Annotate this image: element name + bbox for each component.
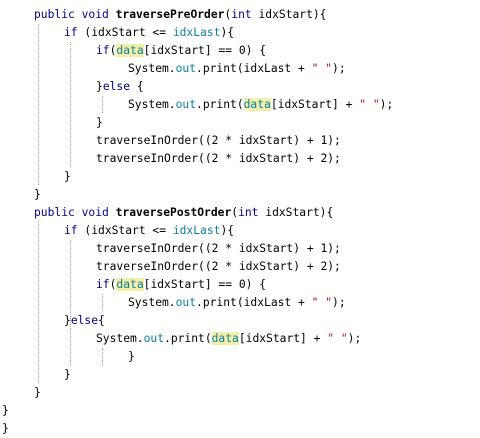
code-token: data	[116, 44, 144, 57]
code-token: }	[2, 404, 9, 417]
code-line[interactable]: traverseInOrder((2 * idxStart) + 2);	[96, 258, 341, 276]
code-line[interactable]: }	[2, 402, 9, 420]
code-token: traverseInOrder((2 * idxStart) + 1);	[96, 134, 341, 147]
code-token: " "	[327, 332, 348, 345]
code-token: );	[332, 296, 346, 309]
code-token: .print(idxLast +	[196, 62, 312, 75]
code-token: else	[102, 80, 131, 93]
code-token: else	[70, 314, 99, 327]
code-token: if	[64, 26, 78, 39]
code-line[interactable]: }	[2, 420, 9, 438]
indent-guide-line	[102, 96, 103, 114]
code-token: data	[243, 98, 271, 111]
code-line[interactable]: traverseInOrder((2 * idxStart) + 2);	[96, 150, 341, 168]
code-token: " "	[359, 98, 380, 111]
indent-guide-line	[102, 348, 103, 366]
code-token: idxStart){	[251, 8, 327, 21]
code-token: idxLast	[172, 26, 221, 39]
code-token: if	[96, 278, 110, 291]
code-token: data	[116, 278, 144, 291]
code-line[interactable]: }	[96, 114, 103, 132]
code-token: if	[96, 44, 110, 57]
code-token: public void	[34, 206, 116, 219]
code-token: traverseInOrder((2 * idxStart) + 2);	[96, 260, 341, 273]
code-line[interactable]: if(data[idxStart] == 0) {	[96, 276, 266, 294]
code-line[interactable]: }	[128, 348, 135, 366]
code-token: out	[175, 296, 197, 309]
code-token: }	[34, 188, 41, 201]
code-token: );	[332, 62, 346, 75]
code-token: System.	[128, 62, 176, 75]
code-token: }	[2, 422, 9, 435]
code-line[interactable]: System.out.print(data[idxStart] + " ");	[128, 96, 393, 114]
indent-guide-line	[70, 330, 71, 366]
code-token: (idxStart <=	[77, 26, 173, 39]
code-token: }	[34, 386, 41, 399]
code-token: int	[231, 8, 252, 21]
code-line[interactable]: }	[34, 186, 41, 204]
code-token: data	[211, 332, 239, 345]
code-token: traverseInOrder((2 * idxStart) + 1);	[96, 242, 341, 255]
code-token: out	[175, 98, 197, 111]
code-token: public void	[34, 8, 116, 21]
code-line[interactable]: traverseInOrder((2 * idxStart) + 1);	[96, 240, 341, 258]
code-token: }	[64, 314, 71, 327]
code-token: }	[64, 368, 71, 381]
code-token: System.	[96, 332, 144, 345]
code-token: .print(	[164, 332, 212, 345]
code-line[interactable]: if (idxStart <= idxLast){	[64, 222, 234, 240]
code-token: .print(	[196, 98, 244, 111]
code-token: {	[130, 80, 144, 93]
code-line[interactable]: if (idxStart <= idxLast){	[64, 24, 234, 42]
code-token: [idxStart] +	[270, 98, 360, 111]
code-token: {	[98, 314, 105, 327]
indent-guide-line	[102, 294, 103, 312]
code-token: if	[64, 224, 78, 237]
code-token: int	[238, 206, 259, 219]
code-token: out	[175, 62, 197, 75]
code-token: idxLast	[172, 224, 221, 237]
code-token: [idxStart] +	[238, 332, 328, 345]
code-line[interactable]: }else {	[96, 78, 144, 96]
code-editor[interactable]: public void traversePreOrder(int idxStar…	[0, 0, 480, 435]
code-token: );	[347, 332, 362, 345]
code-line[interactable]: System.out.print(idxLast + " ");	[128, 294, 346, 312]
code-token: System.	[128, 98, 176, 111]
code-line[interactable]: if(data[idxStart] == 0) {	[96, 42, 266, 60]
code-token: System.	[128, 296, 176, 309]
code-token: ){	[220, 26, 235, 39]
code-line[interactable]: }else{	[64, 312, 105, 330]
code-token: }	[96, 80, 103, 93]
code-token: [idxStart] == 0) {	[143, 278, 267, 291]
code-token: " "	[311, 296, 333, 309]
code-token: (idxStart <=	[77, 224, 173, 237]
code-token: }	[128, 350, 135, 363]
code-token: );	[379, 98, 394, 111]
code-token: idxStart){	[258, 206, 334, 219]
indent-guide-line	[38, 24, 39, 186]
code-line[interactable]: }	[64, 168, 71, 186]
code-line[interactable]: public void traversePostOrder(int idxSta…	[34, 204, 333, 222]
code-token: }	[64, 170, 71, 183]
code-token: traverseInOrder((2 * idxStart) + 2);	[96, 152, 341, 165]
indent-guide-line	[38, 222, 39, 384]
code-token: ){	[220, 224, 235, 237]
code-line[interactable]: public void traversePreOrder(int idxStar…	[34, 6, 327, 24]
code-token: }	[96, 116, 103, 129]
indent-guide-line	[70, 42, 71, 168]
code-token: [idxStart] == 0) {	[143, 44, 267, 57]
code-token: .print(idxLast +	[196, 296, 312, 309]
code-line[interactable]: }	[34, 384, 41, 402]
code-line[interactable]: }	[64, 366, 71, 384]
code-line[interactable]: System.out.print(idxLast + " ");	[128, 60, 346, 78]
code-line[interactable]: System.out.print(data[idxStart] + " ");	[96, 330, 361, 348]
code-token: traversePostOrder	[115, 206, 232, 219]
code-line[interactable]: traverseInOrder((2 * idxStart) + 1);	[96, 132, 341, 150]
code-token: traversePreOrder	[115, 8, 225, 21]
code-token: " "	[311, 62, 333, 75]
code-token: out	[143, 332, 165, 345]
